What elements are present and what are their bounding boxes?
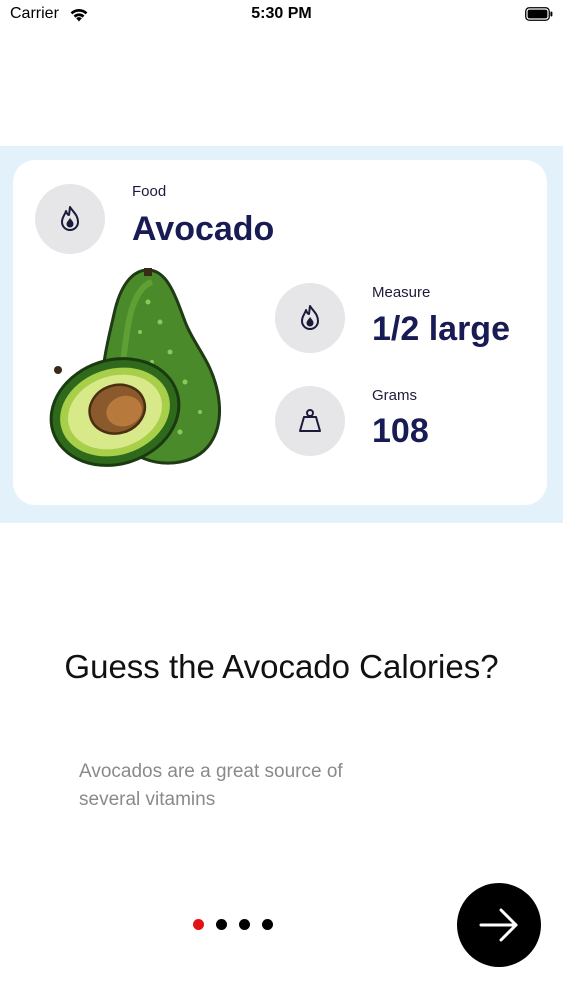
page-indicator bbox=[193, 919, 273, 931]
page-dot-1[interactable] bbox=[193, 919, 204, 930]
grams-value: 108 bbox=[372, 412, 429, 450]
page-dot-2[interactable] bbox=[216, 919, 227, 930]
measure-flame-icon bbox=[275, 283, 345, 353]
next-button[interactable] bbox=[457, 883, 541, 967]
flame-icon bbox=[301, 305, 319, 330]
grams-weight-icon bbox=[275, 386, 345, 456]
measure-label: Measure bbox=[372, 284, 431, 301]
page-dot-3[interactable] bbox=[239, 919, 250, 930]
measure-value: 1/2 large bbox=[372, 310, 510, 348]
arrow-right-icon bbox=[479, 908, 518, 942]
weight-icon bbox=[299, 409, 321, 432]
page-dot-4[interactable] bbox=[262, 919, 273, 930]
battery-icon bbox=[525, 7, 553, 21]
food-name: Avocado bbox=[132, 210, 275, 248]
avocado-illustration bbox=[49, 268, 221, 467]
question-title: Guess the Avocado Calories? bbox=[64, 648, 499, 685]
question-description: Avocados are a great source of several v… bbox=[79, 761, 343, 810]
grams-label: Grams bbox=[372, 387, 417, 404]
food-flame-icon bbox=[35, 184, 105, 254]
flame-icon bbox=[61, 206, 79, 231]
clock-time: 5:30 PM bbox=[251, 5, 312, 22]
food-label: Food bbox=[132, 183, 167, 200]
status-bar: Carrier 5:30 PM bbox=[0, 0, 563, 30]
